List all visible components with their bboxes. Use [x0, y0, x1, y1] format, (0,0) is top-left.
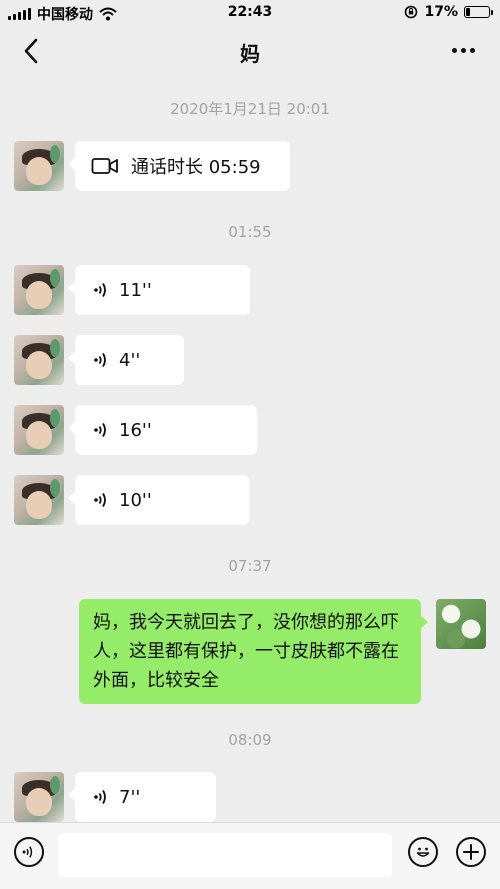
call-duration-text: 通话时长 05:59 [131, 157, 261, 178]
voice-icon [94, 790, 106, 804]
avatar-self[interactable] [436, 599, 486, 649]
voice-message-bubble[interactable]: 11'' [68, 265, 250, 315]
avatar-contact[interactable] [14, 405, 64, 455]
nav-bar: 妈 [0, 26, 500, 76]
more-functions-button[interactable] [456, 837, 486, 867]
voice-message-bubble[interactable]: 16'' [68, 405, 257, 455]
avatar-contact[interactable] [14, 335, 64, 385]
avatar-contact[interactable] [14, 475, 64, 525]
emoji-icon [416, 847, 430, 857]
voice-icon [94, 493, 106, 507]
rotation-lock-icon [405, 5, 418, 19]
voice-duration: 4'' [119, 349, 141, 371]
avatar-contact[interactable] [14, 141, 64, 191]
timestamp: 01:55 [228, 223, 272, 241]
voice-message-bubble[interactable]: 10'' [68, 475, 249, 525]
timestamp: 2020年1月21日 20:01 [170, 100, 330, 118]
plus-icon [463, 844, 479, 860]
status-bar: 中国移动 22:43 17% [0, 0, 500, 26]
voice-input-icon [22, 846, 33, 858]
video-call-icon [91, 158, 118, 174]
battery-icon [464, 6, 493, 18]
timestamp: 08:09 [228, 731, 272, 749]
avatar-contact[interactable] [14, 265, 64, 315]
ellipsis-icon [451, 47, 457, 53]
voice-duration: 7'' [119, 786, 141, 808]
more-button[interactable] [448, 40, 478, 60]
battery-percent: 17% [424, 4, 458, 20]
voice-icon [94, 423, 106, 437]
voice-message-bubble[interactable]: 4'' [68, 335, 184, 385]
video-call-bubble[interactable]: 通话时长 05:59 [68, 141, 290, 191]
voice-icon [94, 353, 106, 367]
emoji-button[interactable] [408, 837, 438, 867]
chat-title: 妈 [240, 42, 260, 66]
voice-input-button[interactable] [14, 837, 44, 867]
voice-duration: 10'' [119, 489, 152, 511]
status-right: 17% [404, 4, 493, 20]
avatar-contact[interactable] [14, 772, 64, 822]
voice-duration: 11'' [119, 279, 152, 301]
voice-duration: 16'' [119, 419, 152, 441]
timestamp: 07:37 [228, 557, 272, 575]
voice-message-bubble[interactable]: 7'' [68, 772, 216, 822]
battery-level [466, 8, 471, 16]
self-text-message[interactable]: 妈，我今天就回去了，没你想的那么吓人，这里都有保护，一寸皮肤都不露在外面，比较安… [79, 599, 428, 704]
message-input[interactable] [58, 833, 392, 877]
voice-icon [94, 283, 106, 297]
input-bar [0, 822, 500, 889]
